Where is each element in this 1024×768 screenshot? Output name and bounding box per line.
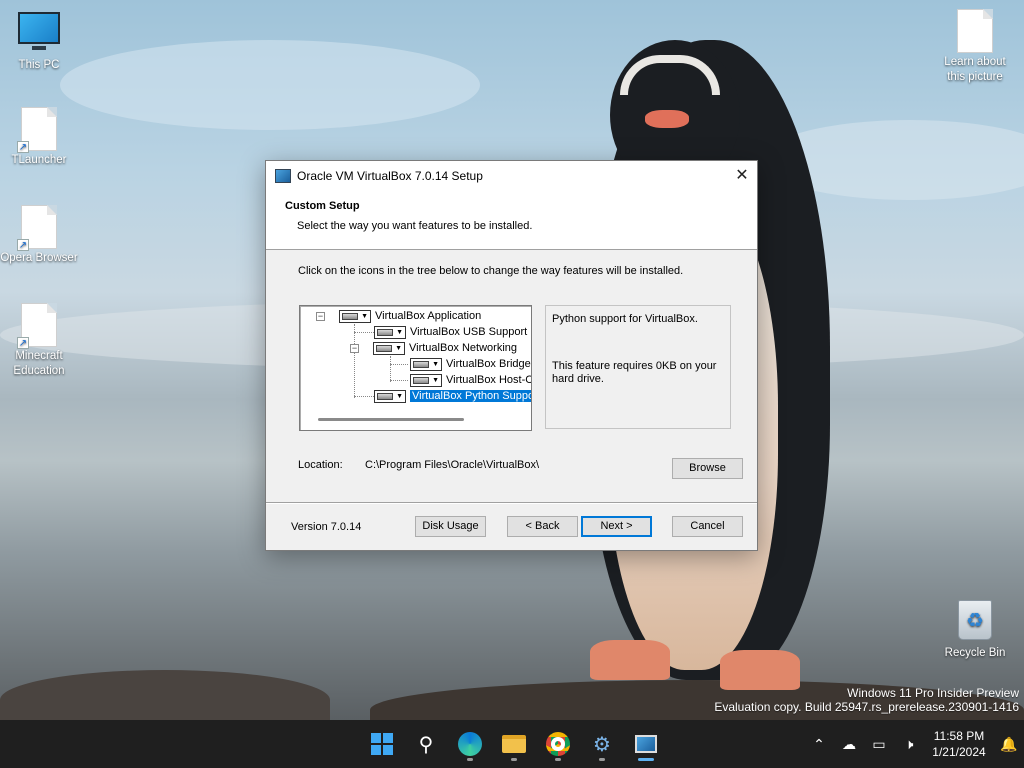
tree-item-virtualbox-application[interactable]: − ▼ VirtualBox Application [316, 308, 481, 324]
version-label: Version 7.0.14 [291, 521, 362, 533]
close-button[interactable]: ✕ [727, 162, 757, 190]
tree-item-label: VirtualBox USB Support [410, 326, 528, 338]
windows-logo-icon [371, 733, 393, 755]
feature-drive-icon[interactable]: ▼ [339, 309, 371, 323]
cancel-button[interactable]: Cancel [672, 516, 743, 537]
wallpaper-cloud [60, 40, 480, 130]
horizontal-scrollbar[interactable] [318, 418, 464, 421]
collapse-icon[interactable]: − [316, 311, 325, 321]
virtualbox-setup-button[interactable] [628, 726, 664, 762]
desktop-icon-recycle-bin[interactable]: ♻ Recycle Bin [936, 600, 1014, 661]
file-explorer-button[interactable] [496, 726, 532, 762]
location-label: Location: [298, 459, 343, 471]
notification-bell-icon[interactable]: 🔔 [994, 736, 1024, 753]
feature-drive-icon[interactable]: ▼ [374, 325, 406, 339]
next-button[interactable]: Next > [581, 516, 652, 537]
desktop-icon-this-pc[interactable]: This PC [0, 12, 78, 73]
instruction-text: Click on the icons in the tree below to … [298, 265, 684, 277]
collapse-icon[interactable]: − [350, 343, 359, 353]
desktop-icon-label: Recycle Bin [944, 647, 1006, 659]
banner-subtitle: Select the way you want features to be i… [297, 220, 533, 232]
chrome-button[interactable] [540, 726, 576, 762]
feature-drive-icon[interactable]: ▼ [373, 341, 405, 355]
volume-icon[interactable]: 🕨 [894, 736, 924, 753]
evaluation-watermark: Windows 11 Pro Insider Preview Evaluatio… [714, 686, 1019, 714]
desktop-icon-label: Learn about this picture [944, 56, 1006, 83]
browse-button[interactable]: Browse [672, 458, 743, 479]
file-explorer-icon [502, 735, 526, 753]
dialog-titlebar[interactable]: Oracle VM VirtualBox 7.0.14 Setup ✕ [266, 161, 757, 191]
dialog-separator [266, 502, 757, 504]
desktop-icon-learn-about-picture[interactable]: Learn about this picture [936, 9, 1014, 85]
desktop-icon-minecraft-education[interactable]: ↗ Minecraft Education [0, 303, 78, 379]
desktop-icon-label: TLauncher [11, 154, 67, 166]
search-button[interactable]: ⚲ [408, 726, 444, 762]
virtualbox-setup-icon [635, 735, 657, 753]
tree-item-label: VirtualBox Networking [409, 342, 518, 354]
file-shortcut-icon: ↗ [17, 205, 57, 251]
back-button[interactable]: < Back [507, 516, 578, 537]
desktop-icon-label: Opera Browser [0, 252, 78, 264]
file-shortcut-icon: ↗ [17, 107, 57, 153]
tree-item-label: VirtualBox Host-C [446, 374, 532, 386]
watermark-line: Evaluation copy. Build 25947.rs_prerelea… [714, 700, 1019, 714]
clock[interactable]: 11:58 PM 1/21/2024 [924, 728, 994, 760]
settings-icon: ⚙ [593, 733, 611, 756]
tree-item-label: VirtualBox Python Suppo [410, 390, 531, 402]
feature-drive-icon[interactable]: ▼ [374, 389, 406, 403]
tree-item-bridged[interactable]: ▼ VirtualBox Bridged [410, 356, 532, 372]
file-icon [957, 9, 993, 53]
start-button[interactable] [364, 726, 400, 762]
chevron-up-icon[interactable]: ⌃ [804, 736, 834, 753]
feature-drive-icon[interactable]: ▼ [410, 373, 442, 387]
desktop-icon-tlauncher[interactable]: ↗ TLauncher [0, 107, 78, 168]
monitor-icon [18, 12, 60, 56]
dialog-title: Oracle VM VirtualBox 7.0.14 Setup [297, 169, 483, 183]
settings-button[interactable]: ⚙ [584, 726, 620, 762]
file-shortcut-icon: ↗ [17, 303, 57, 349]
tree-item-label: VirtualBox Bridged [446, 358, 532, 370]
dialog-banner: Custom Setup Select the way you want fea… [266, 191, 757, 250]
tree-item-usb-support[interactable]: ▼ VirtualBox USB Support [374, 324, 527, 340]
location-path: C:\Program Files\Oracle\VirtualBox\ [365, 459, 540, 471]
tree-item-label: VirtualBox Application [375, 310, 482, 322]
chrome-icon [546, 732, 570, 756]
disk-usage-button[interactable]: Disk Usage [415, 516, 486, 537]
recycle-bin-icon: ♻ [957, 600, 993, 644]
onedrive-icon[interactable]: ☁ [834, 736, 864, 753]
feature-description: Python support for VirtualBox. This feat… [545, 305, 731, 429]
tree-item-networking[interactable]: − ▼ VirtualBox Networking [350, 340, 517, 356]
feature-tree[interactable]: − ▼ VirtualBox Application ▼ VirtualBox … [299, 305, 532, 431]
tree-item-python-support[interactable]: ▼ VirtualBox Python Suppo [374, 388, 531, 404]
feature-drive-icon[interactable]: ▼ [410, 357, 442, 371]
setup-dialog: Oracle VM VirtualBox 7.0.14 Setup ✕ Cust… [265, 160, 758, 551]
taskbar: ⚲ ⚙ ⌃ ☁ ▭ 🕨 11:58 PM 1/21/2024 🔔 [0, 720, 1024, 768]
description-text: Python support for VirtualBox. [552, 313, 698, 325]
banner-title: Custom Setup [285, 200, 360, 212]
taskbar-apps: ⚲ ⚙ [364, 726, 664, 762]
space-requirement-text: This feature requires 0KB on your hard d… [552, 360, 717, 385]
desktop-icon-opera-browser[interactable]: ↗ Opera Browser [0, 205, 78, 266]
virtualbox-app-icon [275, 169, 291, 183]
tree-item-host-only[interactable]: ▼ VirtualBox Host-C [410, 372, 532, 388]
network-icon[interactable]: ▭ [864, 736, 894, 753]
clock-date: 1/21/2024 [932, 745, 986, 759]
watermark-line: Windows 11 Pro Insider Preview [847, 686, 1019, 700]
search-icon: ⚲ [418, 733, 434, 756]
desktop-icon-label: Minecraft Education [13, 350, 65, 377]
edge-button[interactable] [452, 726, 488, 762]
desktop-icon-label: This PC [18, 59, 60, 71]
clock-time: 11:58 PM [933, 729, 985, 743]
edge-icon [458, 732, 482, 756]
system-tray: ⌃ ☁ ▭ 🕨 11:58 PM 1/21/2024 🔔 [804, 720, 1024, 768]
